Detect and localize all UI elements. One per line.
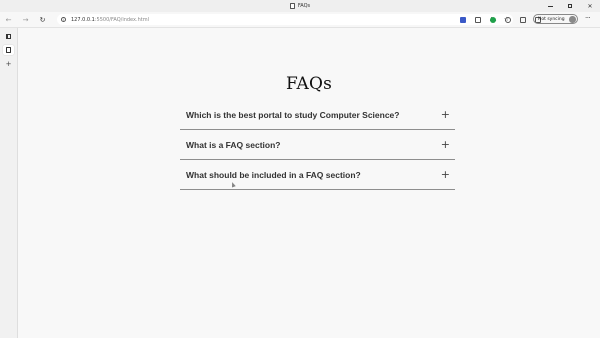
browser-window: FAQs ✕ ← → ↻ i 127.0.0.1:5500/FAQ/index.… [0,0,600,338]
faq-question: What is a FAQ section? [186,139,281,150]
extension-check-icon[interactable] [490,16,496,23]
expand-plus-icon[interactable]: + [441,169,450,180]
profile-label: Not syncing [538,16,565,22]
extensions-bar [460,14,541,25]
refresh-button[interactable]: ↻ [34,12,51,27]
close-icon: ✕ [587,2,593,10]
split-screen-icon[interactable] [475,16,481,23]
refresh-icon: ↻ [39,15,46,24]
minimize-button[interactable] [540,0,560,12]
faq-question: What should be included in a FAQ section… [186,169,361,180]
extension-g-icon[interactable] [505,16,511,23]
address-bar[interactable]: i 127.0.0.1:5500/FAQ/index.html Aᴀ ☆ [57,14,513,25]
expand-plus-icon[interactable]: + [441,139,450,150]
url-text[interactable]: 127.0.0.1:5500/FAQ/index.html [71,17,149,23]
expand-plus-icon[interactable]: + [441,109,450,120]
page-icon [289,3,295,9]
faq-item[interactable]: What should be included in a FAQ section… [180,160,455,190]
maximize-icon [568,4,572,8]
vertical-tabs-sidebar: + [0,28,18,338]
more-button[interactable]: ··· [585,14,591,25]
minimize-icon [547,5,553,7]
back-button[interactable]: ← [0,12,17,27]
faq-question: Which is the best portal to study Comput… [186,109,400,120]
plus-icon: + [5,60,12,68]
extension-icon[interactable] [460,16,466,23]
forward-arrow-icon: → [22,15,29,24]
browser-toolbar: ← → ↻ i 127.0.0.1:5500/FAQ/index.html Aᴀ… [0,12,600,28]
avatar [569,16,576,23]
page-title: FAQs [285,74,333,94]
faq-item[interactable]: What is a FAQ section? + [180,130,455,160]
window-title-text: FAQs [297,3,311,9]
faq-item[interactable]: Which is the best portal to study Comput… [180,100,455,130]
back-arrow-icon: ← [5,15,12,24]
url-path: :5500/FAQ/index.html [94,16,149,23]
faq-list: Which is the best portal to study Comput… [180,100,455,190]
window-title: FAQs [0,0,600,12]
maximize-button[interactable] [560,0,580,12]
page-icon [6,47,11,53]
url-host: 127.0.0.1 [71,16,95,23]
close-button[interactable]: ✕ [580,0,600,12]
extensions-icon[interactable] [520,16,526,23]
forward-button[interactable]: → [17,12,34,27]
new-tab-button[interactable]: + [3,59,14,69]
tab-panel-icon [6,33,11,39]
tab-faqs[interactable] [3,45,14,55]
title-bar: FAQs ✕ [0,0,600,12]
profile-button[interactable]: Not syncing [533,14,578,24]
page-content: FAQs Which is the best portal to study C… [18,28,600,338]
window-controls: ✕ [540,0,600,12]
more-icon: ··· [585,14,591,22]
tab-actions-button[interactable] [3,31,14,41]
site-info-icon[interactable]: i [61,17,66,22]
